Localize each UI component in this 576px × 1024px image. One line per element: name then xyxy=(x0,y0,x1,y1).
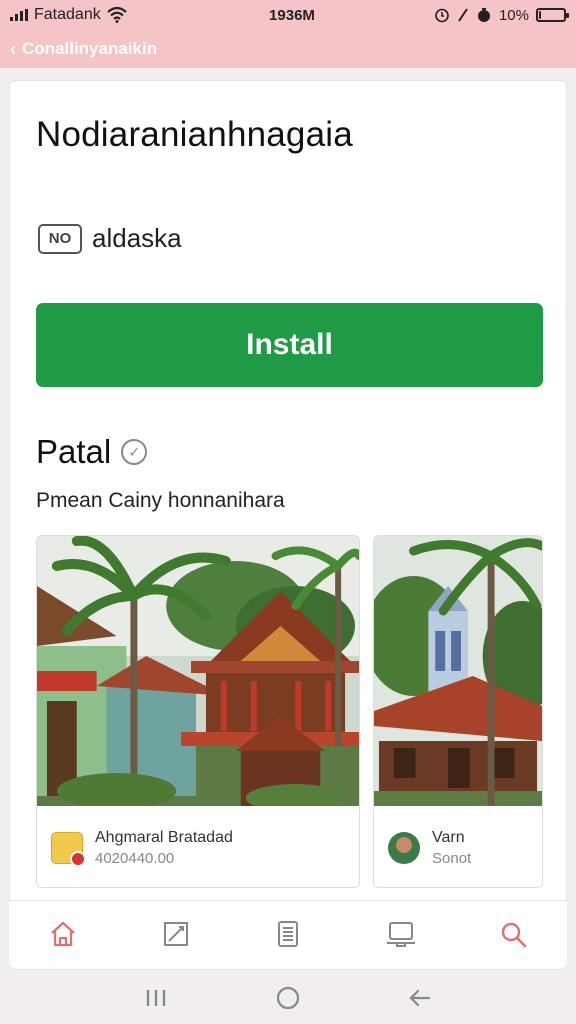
alarm-icon xyxy=(435,8,449,23)
house-photo xyxy=(37,536,359,806)
status-left: Fatadank xyxy=(10,6,210,24)
developer-name: aldaska xyxy=(92,223,182,253)
gallery-card[interactable]: Ahgmaral Bratadad 4020440.00 xyxy=(36,535,360,888)
install-button[interactable]: Install xyxy=(36,303,543,387)
temple-photo xyxy=(374,536,542,806)
timer-icon xyxy=(477,8,490,22)
gallery-caption: Ahgmaral Bratadad 4020440.00 xyxy=(37,806,359,887)
developer-logo-icon: NO xyxy=(38,223,82,254)
section-header: Patal ✓ xyxy=(36,433,148,471)
avatar xyxy=(388,831,420,864)
battery-percent: 10% xyxy=(498,6,529,24)
wifi-icon xyxy=(106,7,127,23)
system-nav-bar xyxy=(0,972,576,1024)
app-title: Nodiaranianhnagaia xyxy=(36,115,353,154)
app-thumbnail-icon xyxy=(51,831,86,867)
caption-title: Ahgmaral Bratadad xyxy=(95,828,233,846)
app-detail-card: Nodiaranianhnagaia NO aldaska Install Pa… xyxy=(9,80,567,970)
developer-row[interactable]: NO aldaska xyxy=(38,223,182,254)
battery-level xyxy=(539,11,542,19)
status-right: 10% xyxy=(434,6,569,24)
recent-apps-icon[interactable] xyxy=(143,987,169,1009)
bottom-nav xyxy=(9,900,567,966)
signal-icon xyxy=(10,9,28,21)
clock: 1936M xyxy=(269,6,315,24)
carrier-label: Fatadank xyxy=(34,6,101,23)
app-header: ‹ Conallinyanaikin xyxy=(0,30,576,68)
caption-subtitle: Sonot xyxy=(432,849,472,867)
caption-subtitle: 4020440.00 xyxy=(95,849,175,867)
document-icon[interactable] xyxy=(270,916,306,952)
home-icon[interactable] xyxy=(45,916,81,952)
location-icon xyxy=(458,8,468,22)
caption-text: Ahgmaral Bratadad 4020440.00 xyxy=(95,829,233,867)
gallery-card[interactable]: Varn Sonot xyxy=(373,535,543,888)
section-title: Patal xyxy=(36,433,112,470)
status-bar: Fatadank 1936M 10% xyxy=(0,0,576,30)
back-icon[interactable]: ‹ xyxy=(10,39,16,60)
verified-icon: ✓ xyxy=(121,439,148,465)
battery-icon xyxy=(536,8,569,22)
caption-text: Varn Sonot xyxy=(432,829,471,867)
section-subtitle: Pmean Cainy honnanihara xyxy=(36,489,285,512)
header-title: Conallinyanaikin xyxy=(22,39,158,58)
device-icon[interactable] xyxy=(383,916,419,952)
edit-icon[interactable] xyxy=(158,916,194,952)
gallery-caption: Varn Sonot xyxy=(374,806,542,887)
back-arrow-icon[interactable] xyxy=(407,987,433,1009)
search-icon[interactable] xyxy=(495,916,531,952)
caption-title: Varn xyxy=(432,828,465,846)
home-button-icon[interactable] xyxy=(275,985,301,1011)
